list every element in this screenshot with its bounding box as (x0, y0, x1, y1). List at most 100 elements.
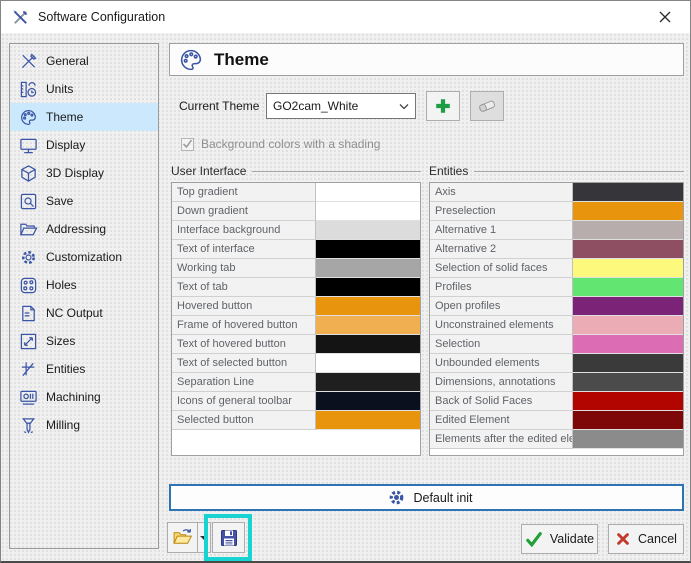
color-swatch[interactable] (316, 411, 420, 430)
color-swatch[interactable] (316, 259, 420, 278)
color-row-label: Selection of solid faces (430, 259, 573, 278)
color-row-label: Text of interface (172, 240, 316, 259)
color-swatch[interactable] (316, 240, 420, 259)
window-title: Software Configuration (38, 10, 165, 24)
sidebar-item-label: Addressing (46, 222, 106, 236)
sidebar-item-addressing[interactable]: Addressing (10, 215, 158, 243)
color-swatch[interactable] (573, 259, 683, 278)
color-swatch[interactable] (573, 392, 683, 411)
color-swatch[interactable] (573, 183, 683, 202)
title-bar: Software Configuration (1, 1, 690, 33)
cancel-button[interactable]: Cancel (608, 524, 684, 554)
close-icon[interactable] (650, 4, 680, 30)
color-row-label: Edited Element (430, 411, 573, 430)
current-theme-value: GO2cam_White (273, 99, 399, 113)
entities-color-list: Axis Preselection Alternative 1 Alternat… (429, 182, 684, 456)
shading-checkbox (181, 138, 194, 151)
sidebar-item-nc-output[interactable]: NC Output (10, 299, 158, 327)
color-swatch[interactable] (573, 411, 683, 430)
color-swatch[interactable] (316, 373, 420, 392)
color-row: Interface background (172, 221, 420, 240)
color-swatch[interactable] (316, 392, 420, 411)
sidebar-item-label: Entities (46, 362, 85, 376)
color-swatch[interactable] (573, 278, 683, 297)
color-swatch[interactable] (316, 278, 420, 297)
color-swatch[interactable] (316, 316, 420, 335)
color-row-label: Profiles (430, 278, 573, 297)
color-row-label: Dimensions, annotations (430, 373, 573, 392)
theme-selector-row: Current Theme GO2cam_White (179, 91, 684, 121)
default-init-button[interactable]: Default init (169, 484, 684, 511)
open-folder-icon (172, 527, 193, 548)
color-swatch[interactable] (316, 221, 420, 240)
sidebar-item-sizes[interactable]: Sizes (10, 327, 158, 355)
color-swatch[interactable] (573, 354, 683, 373)
sidebar-item-3d-display[interactable]: 3D Display (10, 159, 158, 187)
save-theme-button[interactable] (212, 522, 245, 553)
shading-checkbox-row: Background colors with a shading (181, 137, 380, 151)
sidebar-item-units[interactable]: Units (10, 75, 158, 103)
color-row-label: Separation Line (172, 373, 316, 392)
general-icon (16, 51, 40, 71)
entities-icon (16, 359, 40, 379)
color-row: Text of hovered button (172, 335, 420, 354)
sidebar-item-label: Units (46, 82, 73, 96)
validate-label: Validate (550, 532, 594, 546)
color-swatch[interactable] (573, 430, 683, 449)
sidebar-item-holes[interactable]: Holes (10, 271, 158, 299)
color-swatch[interactable] (573, 335, 683, 354)
sidebar-item-display[interactable]: Display (10, 131, 158, 159)
save-icon (16, 191, 40, 211)
add-theme-button[interactable] (426, 91, 460, 121)
color-swatch[interactable] (316, 183, 420, 202)
color-swatch[interactable] (573, 202, 683, 221)
color-row: Separation Line (172, 373, 420, 392)
current-theme-select[interactable]: GO2cam_White (266, 93, 416, 119)
cancel-label: Cancel (638, 532, 677, 546)
customization-icon (16, 247, 40, 267)
gear-icon (387, 488, 406, 507)
sidebar-item-milling[interactable]: Milling (10, 411, 158, 439)
color-row-label: Working tab (172, 259, 316, 278)
validate-button[interactable]: Validate (521, 524, 598, 554)
open-theme-button[interactable] (167, 522, 198, 553)
color-swatch[interactable] (316, 297, 420, 316)
color-swatch[interactable] (316, 202, 420, 221)
color-swatch[interactable] (316, 335, 420, 354)
sidebar-item-save[interactable]: Save (10, 187, 158, 215)
user-interface-group: User Interface Top gradient Down gradien… (171, 163, 421, 456)
entities-group: Entities Axis Preselection Alternative 1… (429, 163, 684, 456)
current-theme-label: Current Theme (179, 99, 266, 113)
color-swatch[interactable] (573, 373, 683, 392)
color-row: Text of interface (172, 240, 420, 259)
color-row-label: Interface background (172, 221, 316, 240)
plus-icon (433, 96, 453, 116)
color-swatch[interactable] (573, 316, 683, 335)
sidebar-item-customization[interactable]: Customization (10, 243, 158, 271)
sizes-icon (16, 331, 40, 351)
color-row-label: Alternative 1 (430, 221, 573, 240)
theme-icon (16, 107, 40, 127)
sidebar-item-label: Customization (46, 250, 122, 264)
nc-output-icon (16, 303, 40, 323)
x-icon (615, 531, 631, 547)
color-swatch[interactable] (573, 297, 683, 316)
group-title: User Interface (171, 163, 421, 179)
sidebar-item-label: Save (46, 194, 73, 208)
color-row-label: Open profiles (430, 297, 573, 316)
color-row: Profiles (430, 278, 683, 297)
sidebar-item-general[interactable]: General (10, 47, 158, 75)
save-disk-icon (219, 528, 239, 548)
color-row: Text of selected button (172, 354, 420, 373)
sidebar-item-theme[interactable]: Theme (10, 103, 158, 131)
color-row-label: Selected button (172, 411, 316, 430)
color-row: Unconstrained elements (430, 316, 683, 335)
color-swatch[interactable] (316, 354, 420, 373)
sidebar-item-machining[interactable]: Machining (10, 383, 158, 411)
color-row-label: Text of hovered button (172, 335, 316, 354)
sidebar-item-label: Holes (46, 278, 77, 292)
color-row: Down gradient (172, 202, 420, 221)
sidebar-item-entities[interactable]: Entities (10, 355, 158, 383)
color-swatch[interactable] (573, 221, 683, 240)
color-swatch[interactable] (573, 240, 683, 259)
